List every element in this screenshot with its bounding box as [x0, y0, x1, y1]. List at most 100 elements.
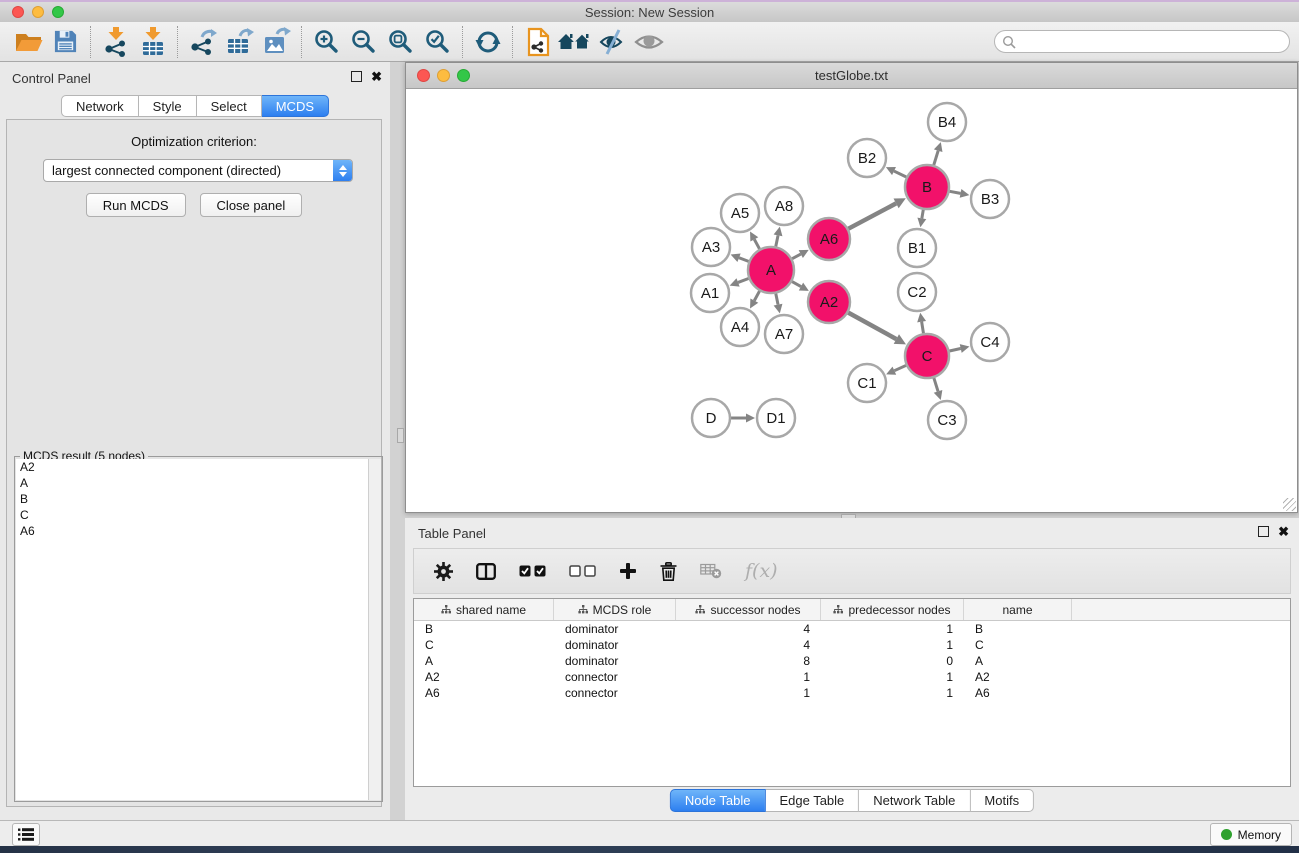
table-row[interactable]: Bdominator41B	[414, 621, 1290, 637]
graph-node-A[interactable]: A	[748, 247, 794, 293]
graph-edge-A-A1[interactable]	[738, 278, 748, 282]
table-cell[interactable]: dominator	[554, 638, 676, 652]
search-input[interactable]	[1016, 32, 1289, 52]
column-header-shared-name[interactable]: shared name	[414, 599, 554, 620]
result-scrollbar[interactable]	[369, 459, 381, 800]
table-cell[interactable]: 1	[676, 670, 821, 684]
tab-node-table[interactable]: Node Table	[670, 789, 766, 812]
table-cell[interactable]: A	[414, 654, 554, 668]
graph-edge-A-A2[interactable]	[792, 282, 801, 287]
graph-node-A4[interactable]: A4	[721, 308, 759, 346]
table-cell[interactable]: A6	[964, 686, 1072, 700]
table-cell[interactable]: A	[964, 654, 1072, 668]
new-network-from-file-icon[interactable]	[519, 26, 556, 58]
table-cell[interactable]: B	[414, 622, 554, 636]
graph-edge-B-B4[interactable]	[934, 151, 938, 165]
memory-button[interactable]: Memory	[1210, 823, 1292, 846]
network-canvas[interactable]: B4B2BB3A5A8A6A3B1AC2A1A2A4A7C4CC1DD1C3	[406, 89, 1297, 512]
result-item[interactable]: A6	[16, 523, 368, 539]
graph-edge-C-C2[interactable]	[922, 322, 924, 334]
graph-edge-C-C1[interactable]	[894, 365, 906, 370]
run-mcds-button[interactable]: Run MCDS	[86, 193, 186, 217]
import-network-icon[interactable]	[97, 26, 134, 58]
table-cell[interactable]: 4	[676, 622, 821, 636]
graph-node-C2[interactable]: C2	[898, 273, 936, 311]
graph-edge-A-A8[interactable]	[776, 235, 778, 246]
close-panel-icon[interactable]: ✖	[371, 70, 382, 83]
table-cell[interactable]: 0	[821, 654, 964, 668]
mcds-result-list[interactable]: A2ABCA6	[16, 459, 369, 800]
graph-node-D[interactable]: D	[692, 399, 730, 437]
graph-edge-A-A4[interactable]	[754, 291, 759, 301]
open-session-icon[interactable]	[10, 26, 47, 58]
graph-node-A6[interactable]: A6	[808, 218, 850, 260]
table-cell[interactable]: B	[964, 622, 1072, 636]
table-cell[interactable]: dominator	[554, 654, 676, 668]
save-session-icon[interactable]	[47, 26, 84, 58]
zoom-out-icon[interactable]	[345, 26, 382, 58]
graph-node-C3[interactable]: C3	[928, 401, 966, 439]
select-all-checkboxes-icon[interactable]	[519, 565, 546, 577]
graph-edge-C-C4[interactable]	[949, 349, 960, 352]
columns-icon[interactable]	[476, 563, 496, 580]
graph-node-B[interactable]: B	[905, 165, 949, 209]
export-image-icon[interactable]	[258, 26, 295, 58]
table-cell[interactable]: 8	[676, 654, 821, 668]
graph-node-A8[interactable]: A8	[765, 187, 803, 225]
table-cell[interactable]: C	[414, 638, 554, 652]
graph-node-D1[interactable]: D1	[757, 399, 795, 437]
network-graph[interactable]: B4B2BB3A5A8A6A3B1AC2A1A2A4A7C4CC1DD1C3	[406, 89, 1297, 512]
deselect-all-checkboxes-icon[interactable]	[569, 565, 596, 577]
float-table-panel-icon[interactable]	[1258, 526, 1269, 537]
export-network-icon[interactable]	[184, 26, 221, 58]
column-header-successor-nodes[interactable]: successor nodes	[676, 599, 821, 620]
graph-edge-A2-C[interactable]	[848, 313, 896, 339]
graph-node-A7[interactable]: A7	[765, 315, 803, 353]
table-row[interactable]: Adominator80A	[414, 653, 1290, 669]
tab-mcds[interactable]: MCDS	[262, 95, 329, 117]
tab-style[interactable]: Style	[139, 95, 197, 117]
delete-table-icon[interactable]	[700, 563, 722, 579]
result-item[interactable]: B	[16, 491, 368, 507]
resize-grip[interactable]	[1283, 498, 1296, 511]
graph-edge-C-C3[interactable]	[934, 378, 938, 391]
export-table-icon[interactable]	[221, 26, 258, 58]
search-field[interactable]	[994, 30, 1290, 53]
graph-edge-B-B1[interactable]	[922, 210, 923, 219]
graph-node-C4[interactable]: C4	[971, 323, 1009, 361]
result-item[interactable]: A2	[16, 459, 368, 475]
table-cell[interactable]: connector	[554, 670, 676, 684]
table-cell[interactable]: dominator	[554, 622, 676, 636]
task-history-button[interactable]	[12, 823, 40, 846]
graph-node-B2[interactable]: B2	[848, 139, 886, 177]
vertical-divider-handle[interactable]	[397, 428, 404, 443]
refresh-view-icon[interactable]	[469, 26, 506, 58]
graph-node-A5[interactable]: A5	[721, 194, 759, 232]
float-panel-icon[interactable]	[351, 71, 362, 82]
graph-node-C[interactable]: C	[905, 334, 949, 378]
graph-edge-A6-B[interactable]	[848, 203, 896, 228]
table-cell[interactable]: 1	[821, 670, 964, 684]
table-cell[interactable]: 1	[821, 638, 964, 652]
add-row-icon[interactable]	[619, 562, 637, 580]
zoom-fit-icon[interactable]	[382, 26, 419, 58]
birds-eye-view-icon[interactable]	[556, 26, 593, 58]
zoom-selected-icon[interactable]	[419, 26, 456, 58]
table-row[interactable]: A2connector11A2	[414, 669, 1290, 685]
graph-edge-A-A5[interactable]	[754, 239, 759, 249]
graph-node-A2[interactable]: A2	[808, 281, 850, 323]
tab-motifs[interactable]: Motifs	[970, 789, 1034, 812]
result-item[interactable]: A	[16, 475, 368, 491]
table-row[interactable]: Cdominator41C	[414, 637, 1290, 653]
zoom-in-icon[interactable]	[308, 26, 345, 58]
criterion-dropdown[interactable]: largest connected component (directed)	[43, 159, 353, 182]
table-cell[interactable]: connector	[554, 686, 676, 700]
graph-node-A1[interactable]: A1	[691, 274, 729, 312]
tab-network-table[interactable]: Network Table	[859, 789, 970, 812]
graph-edge-B-B2[interactable]	[894, 171, 906, 177]
column-header-mcds-role[interactable]: MCDS role	[554, 599, 676, 620]
table-cell[interactable]: A2	[964, 670, 1072, 684]
close-table-panel-icon[interactable]: ✖	[1278, 525, 1289, 538]
graph-edge-A-A6[interactable]	[792, 254, 801, 259]
table-cell[interactable]: A2	[414, 670, 554, 684]
